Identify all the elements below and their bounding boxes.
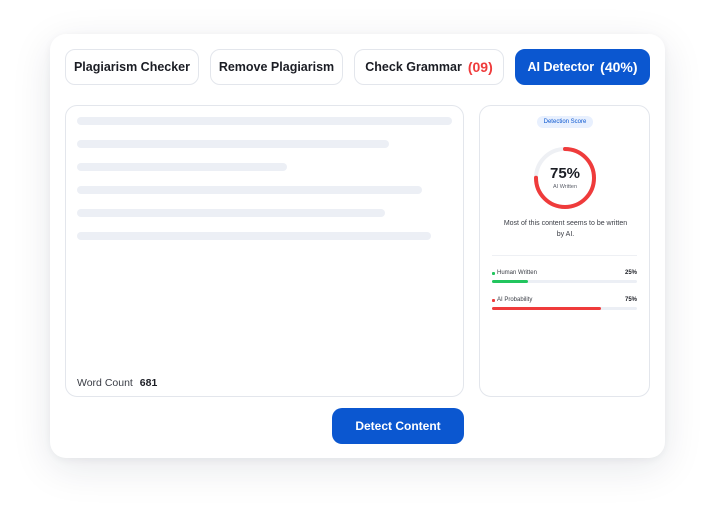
gauge-center: 75% AI Written (532, 145, 598, 211)
text-placeholder-line (77, 232, 431, 240)
word-count-value: 681 (139, 377, 158, 389)
metric-fill (492, 280, 529, 283)
tab-remove-plagiarism[interactable]: Remove Plagiarism (210, 49, 343, 85)
page: Plagiarism Checker Remove Plagiarism Che… (0, 0, 715, 525)
metric-ai-probability: AI Probability 75% (492, 297, 637, 317)
metric-dot (492, 299, 495, 302)
tab-count-badge: (09) (467, 59, 493, 75)
divider (492, 255, 637, 256)
tab-count-badge: (40%) (600, 59, 638, 75)
score-label: AI Written (552, 184, 578, 190)
text-placeholder-line (77, 186, 422, 194)
detect-content-button[interactable]: Detect Content (332, 408, 464, 444)
tool-tabs: Plagiarism Checker Remove Plagiarism Che… (65, 49, 650, 85)
tab-label: Remove Plagiarism (218, 60, 335, 74)
tab-plagiarism-checker[interactable]: Plagiarism Checker (65, 49, 199, 85)
metric-track (492, 280, 637, 283)
metric-value: 75% (624, 297, 637, 303)
text-placeholder-line (77, 209, 385, 217)
text-placeholder-line (77, 117, 452, 125)
metric-name: AI Probability (497, 297, 533, 303)
text-placeholder-line (77, 163, 287, 171)
metric-human-written: Human Written 25% (492, 270, 637, 290)
word-count-label: Word Count (77, 377, 133, 389)
metric-dot (492, 272, 495, 275)
content-editor[interactable]: Word Count 681 (65, 105, 464, 397)
detection-score-panel: Detection Score 75% AI Written Most of t… (479, 105, 650, 397)
tab-ai-detector[interactable]: AI Detector (40%) (515, 49, 650, 85)
detector-card: Plagiarism Checker Remove Plagiarism Che… (50, 34, 665, 458)
tab-label: Plagiarism Checker (73, 60, 191, 74)
tab-label: AI Detector (527, 60, 595, 74)
detection-score-badge: Detection Score (537, 116, 593, 128)
text-placeholder-line (77, 140, 389, 148)
tab-check-grammar[interactable]: Check Grammar (09) (354, 49, 504, 85)
metric-fill (492, 307, 601, 310)
verdict-text: Most of this content seems to be written… (503, 220, 628, 238)
metric-track (492, 307, 637, 310)
metric-value: 25% (624, 270, 637, 276)
tab-label: Check Grammar (365, 60, 462, 74)
metric-name: Human Written (497, 270, 537, 276)
word-count: Word Count 681 (77, 377, 157, 389)
score-value: 75% (549, 165, 581, 182)
